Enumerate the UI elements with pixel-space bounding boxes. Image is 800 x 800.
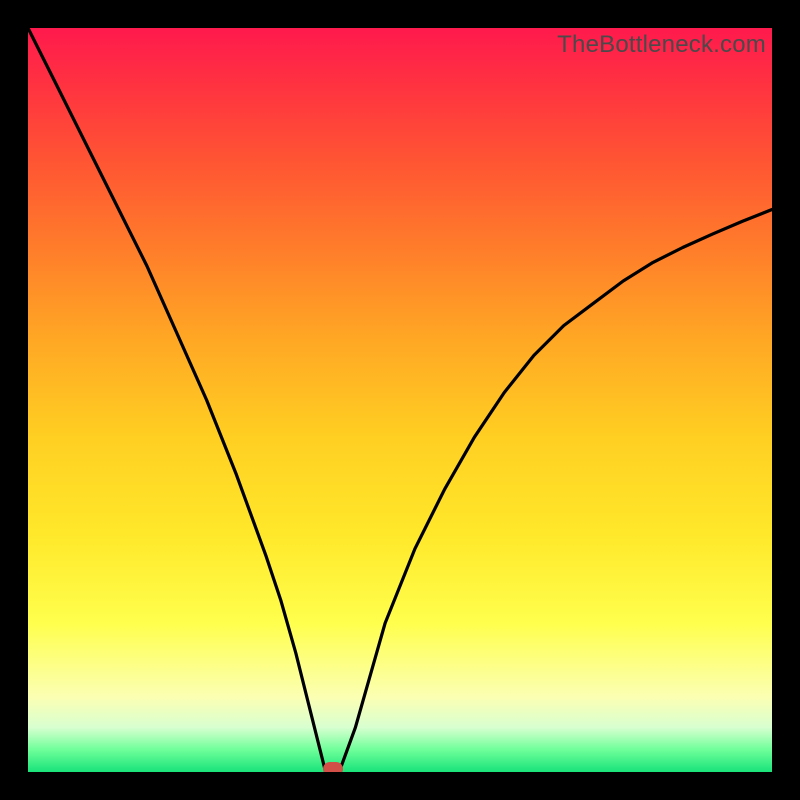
chart-frame: TheBottleneck.com: [0, 0, 800, 800]
plot-area: TheBottleneck.com: [28, 28, 772, 772]
line-series: [28, 28, 772, 772]
curve-path: [28, 28, 772, 772]
optimum-marker: [323, 762, 343, 772]
